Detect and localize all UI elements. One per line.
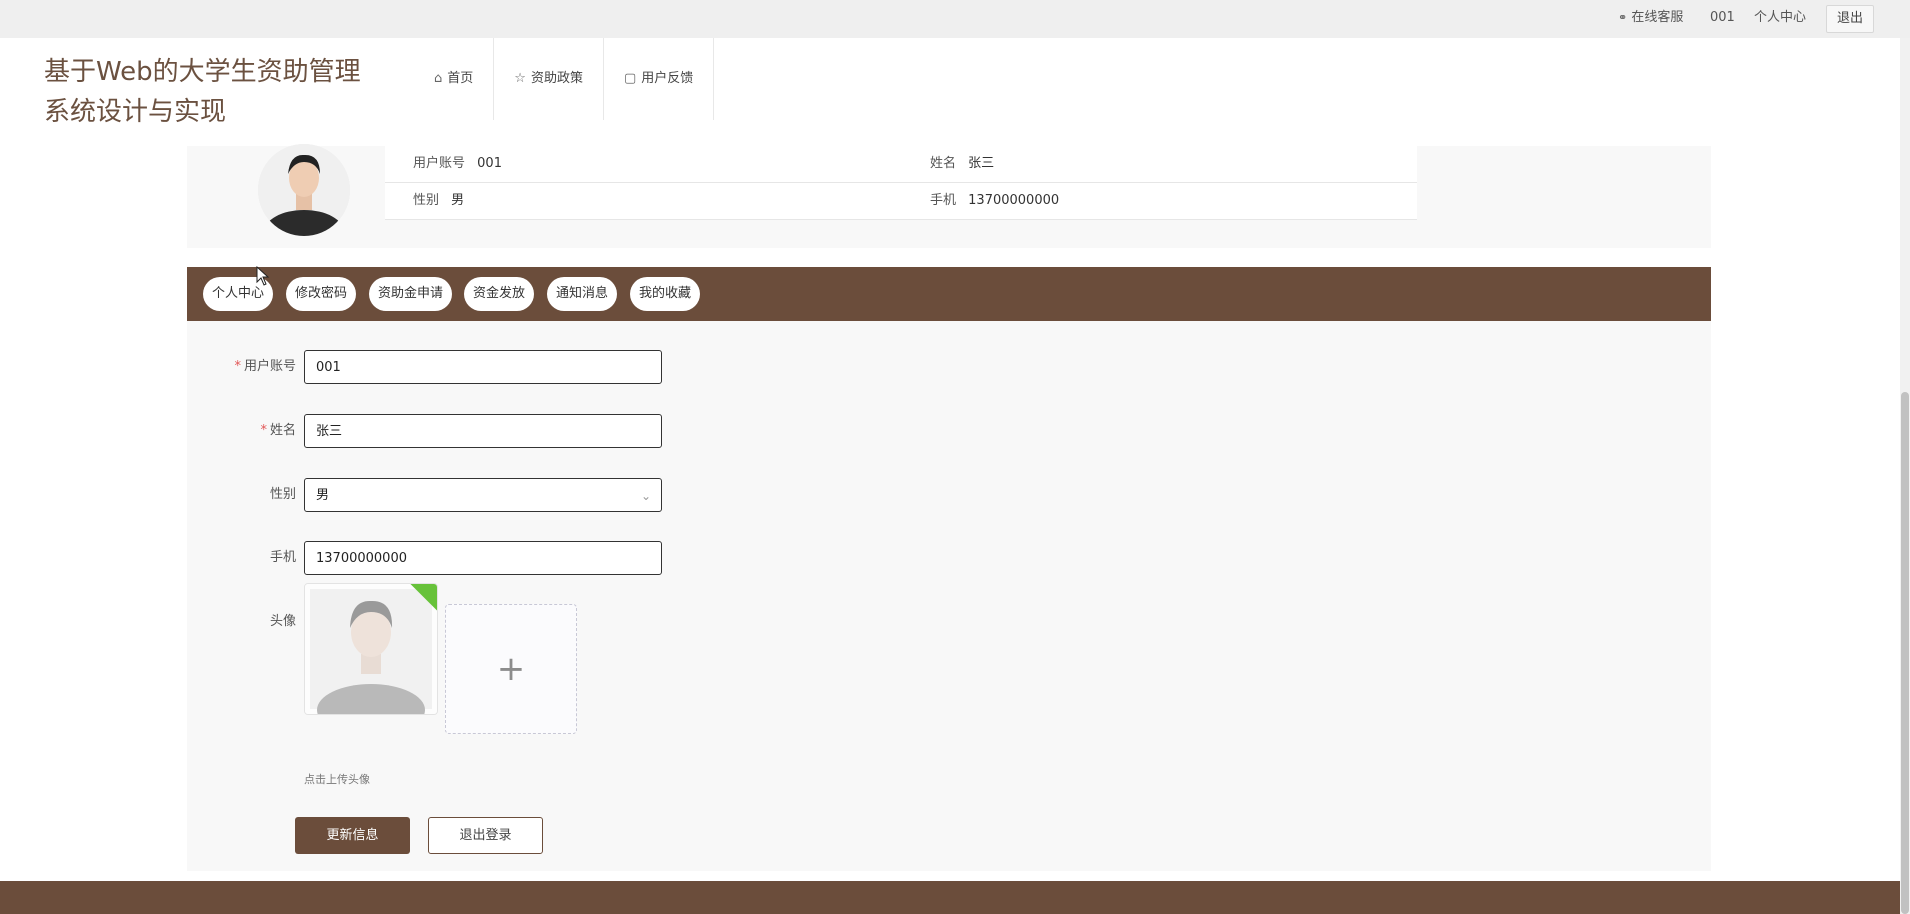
- phone-input[interactable]: 13700000000: [304, 541, 662, 575]
- account-label: * 用户账号: [234, 359, 296, 374]
- user-icon: ⚭: [1618, 11, 1628, 24]
- profile-name-value: 张三: [968, 156, 995, 171]
- tab-aid-application[interactable]: 资助金申请: [369, 277, 453, 311]
- update-info-button[interactable]: 更新信息: [295, 817, 410, 854]
- nav-feedback-label: 用户反馈: [641, 71, 694, 86]
- uploaded-avatar[interactable]: [304, 583, 438, 715]
- profile-account-value: 001: [477, 156, 502, 171]
- personal-center-link[interactable]: 个人中心: [1754, 0, 1806, 36]
- nav-policy-label: 资助政策: [530, 71, 583, 86]
- avatar-photo-icon: [258, 144, 350, 236]
- nav-policy[interactable]: ☆ 资助政策: [494, 38, 604, 120]
- footer: [0, 881, 1900, 914]
- top-bar: ⚭ 在线客服 001 个人中心 退出: [0, 0, 1910, 39]
- nav-home-label: 首页: [447, 71, 474, 86]
- profile-account-label: 用户账号: [413, 156, 466, 171]
- online-service-link[interactable]: ⚭ 在线客服: [1618, 0, 1683, 36]
- required-mark: *: [260, 423, 267, 438]
- gender-label: 性别: [269, 487, 296, 502]
- phone-label: 手机: [269, 550, 296, 565]
- chevron-down-icon: ⌄: [640, 489, 651, 503]
- nav-feedback[interactable]: ▢ 用户反馈: [604, 38, 715, 120]
- current-user: 001: [1710, 10, 1735, 25]
- required-mark: *: [234, 359, 241, 374]
- avatar: [258, 144, 350, 236]
- tabs-bar: 个人中心 修改密码 资助金申请 资金发放 通知消息 我的收藏: [187, 267, 1711, 321]
- gender-select[interactable]: 男 ⌄: [304, 478, 662, 512]
- tab-fund-disbursement[interactable]: 资金发放: [464, 277, 535, 311]
- upload-avatar-button[interactable]: +: [445, 604, 577, 734]
- logout-login-button[interactable]: 退出登录: [428, 817, 543, 854]
- tab-favorites[interactable]: 我的收藏: [630, 277, 701, 311]
- avatar-label: 头像: [269, 614, 296, 629]
- profile-row: 用户账号 001 姓名 张三: [385, 146, 1417, 183]
- profile-phone-value: 13700000000: [968, 193, 1060, 208]
- logout-button[interactable]: 退出: [1826, 5, 1875, 33]
- online-service-label: 在线客服: [1631, 10, 1684, 25]
- profile-info-table: 用户账号 001 姓名 张三 性别 男 手机 13700000000: [385, 146, 1417, 220]
- name-input[interactable]: 张三: [304, 414, 662, 448]
- profile-name-label: 姓名: [930, 156, 957, 171]
- scrollbar-thumb[interactable]: [1901, 392, 1909, 914]
- profile-row: 性别 男 手机 13700000000: [385, 183, 1417, 220]
- tab-change-password[interactable]: 修改密码: [286, 277, 357, 311]
- gender-select-value: 男: [316, 488, 330, 503]
- mouse-cursor-icon: [256, 266, 270, 286]
- site-title: 基于Web的大学生资助管理系统设计与实现: [44, 57, 361, 127]
- profile-phone-label: 手机: [930, 193, 957, 208]
- profile-gender-value: 男: [451, 193, 465, 208]
- site-header: 基于Web的大学生资助管理系统设计与实现 ⌂ 首页 ☆ 资助政策 ▢ 用户反馈: [0, 38, 1900, 146]
- upload-tip: 点击上传头像: [304, 773, 370, 786]
- tab-notifications[interactable]: 通知消息: [547, 277, 618, 311]
- plus-icon: +: [496, 649, 526, 689]
- avatar-thumbnail-icon: [305, 584, 437, 714]
- account-input[interactable]: 001: [304, 350, 662, 384]
- main-nav: ⌂ 首页 ☆ 资助政策 ▢ 用户反馈: [414, 38, 715, 120]
- home-icon: ⌂: [434, 71, 443, 86]
- star-icon: ☆: [514, 71, 526, 86]
- profile-gender-label: 性别: [413, 193, 440, 208]
- nav-home[interactable]: ⌂ 首页: [414, 38, 495, 120]
- name-label: * 姓名: [260, 423, 296, 438]
- bag-icon: ▢: [623, 71, 637, 86]
